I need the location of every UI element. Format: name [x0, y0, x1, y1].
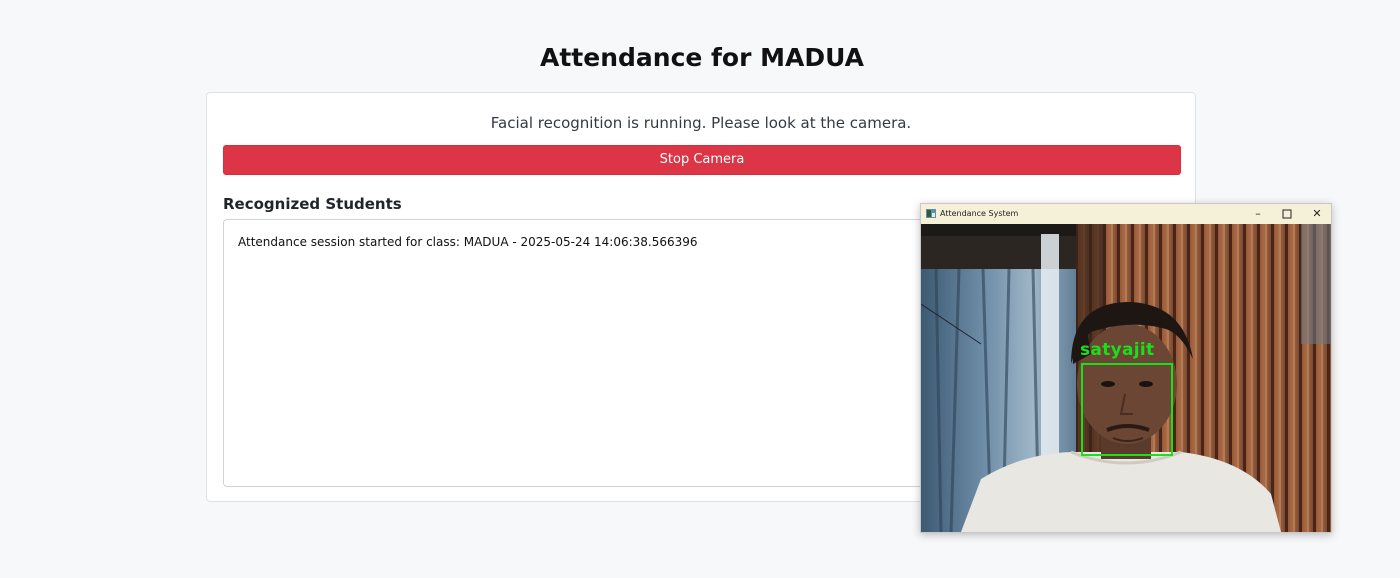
close-icon[interactable]: ✕	[1302, 204, 1331, 224]
face-detection-box	[1081, 363, 1173, 456]
minimize-icon[interactable]: –	[1243, 204, 1273, 224]
camera-window-title: Attendance System	[940, 209, 1019, 218]
recognized-students-heading: Recognized Students	[223, 195, 402, 213]
app-icon	[926, 209, 936, 218]
recognized-name-label: satyajit	[1080, 340, 1155, 360]
camera-window-titlebar[interactable]: Attendance System – ✕	[921, 204, 1331, 224]
maximize-icon[interactable]	[1272, 204, 1302, 224]
camera-window[interactable]: Attendance System – ✕ satyajit	[920, 203, 1332, 533]
stop-camera-button[interactable]: Stop Camera	[223, 145, 1181, 175]
page-title: Attendance for MADUA	[540, 43, 864, 72]
status-text: Facial recognition is running. Please lo…	[490, 114, 912, 132]
camera-feed: satyajit	[921, 224, 1331, 532]
log-entry: Attendance session started for class: MA…	[238, 235, 698, 249]
